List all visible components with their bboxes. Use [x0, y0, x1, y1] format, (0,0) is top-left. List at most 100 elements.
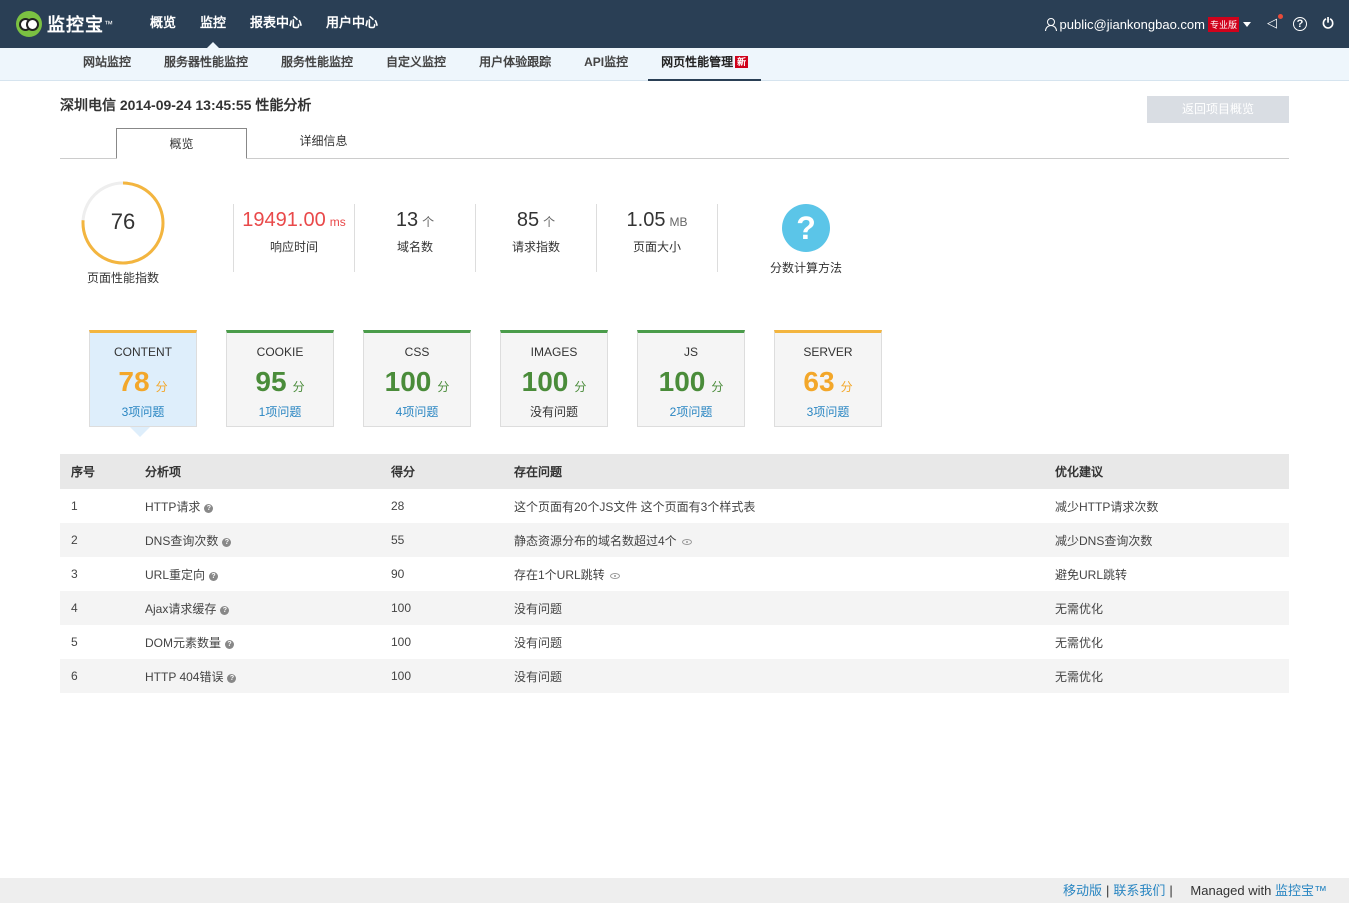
user-icon	[1044, 18, 1057, 31]
question-icon[interactable]: ?	[209, 571, 219, 581]
row-no: 2	[60, 523, 134, 557]
tab-bar: 概览 详细信息	[60, 128, 1289, 159]
category-issues-link[interactable]: 3项问题	[90, 403, 196, 420]
power-icon[interactable]: ⏻	[1321, 16, 1335, 31]
stat-label: 页面大小	[632, 240, 681, 254]
table-row: 1 HTTP请求? 28 这个页面有20个JS文件 这个页面有3个样式表 减少H…	[60, 489, 1289, 523]
pro-badge: 专业版	[1207, 16, 1239, 32]
row-no: 3	[71, 567, 78, 581]
row-issue-cell: 存在1个URL跳转	[503, 557, 1044, 591]
table-row: 6 HTTP 404错误? 100 没有问题 无需优化	[60, 659, 1289, 693]
category-card-js[interactable]: JS 100 分 2项问题	[637, 330, 745, 427]
back-to-project-button[interactable]: 返回项目概览	[1147, 96, 1289, 123]
subnav-page-performance[interactable]: 网页性能管理新	[648, 48, 762, 81]
stat-value: 13	[395, 209, 419, 231]
score-method-help-icon[interactable]: ?	[782, 204, 830, 252]
score-label: 页面性能指数	[86, 271, 159, 285]
header-no: 序号	[60, 454, 134, 489]
row-score: 90	[391, 567, 405, 581]
category-score: 100	[658, 366, 706, 397]
tab-overview[interactable]: 概览	[116, 128, 247, 159]
stat-request-index: 85 个 请求指数	[476, 204, 596, 272]
speaker-icon[interactable]: ◁	[1265, 14, 1283, 31]
row-issue: 没有问题	[503, 591, 1044, 625]
main-nav-reports[interactable]: 报表中心	[238, 0, 314, 48]
stat-value: 1.05	[626, 209, 666, 231]
score-unit: 分	[292, 380, 305, 394]
row-item-cell: HTTP请求?	[134, 489, 380, 523]
tab-details[interactable]: 详细信息	[258, 128, 389, 159]
sub-nav: 网站监控 服务器性能监控 服务性能监控 自定义监控 用户体验跟踪 API监控 网…	[0, 48, 1349, 81]
row-item: HTTP 404错误	[145, 669, 224, 684]
question-icon[interactable]: ?	[222, 537, 232, 547]
subnav-user-experience[interactable]: 用户体验跟踪	[466, 48, 564, 81]
subnav-website-monitor[interactable]: 网站监控	[70, 48, 144, 81]
eye-icon[interactable]	[609, 572, 620, 579]
new-badge: 新	[735, 56, 749, 68]
row-score: 55	[380, 523, 503, 557]
row-score: 100	[380, 659, 503, 693]
footer-separator: |	[1105, 883, 1110, 898]
category-name: CSS	[404, 345, 430, 359]
owl-logo-icon	[16, 11, 42, 37]
table-row: 2 DNS查询次数? 55 静态资源分布的域名数超过4个 减少DNS查询次数	[60, 523, 1289, 557]
row-item: URL重定向	[145, 567, 206, 582]
score-method-label[interactable]: 分数计算方法	[756, 259, 856, 276]
notification-dot	[1278, 14, 1283, 19]
main-nav: 概览 监控 报表中心 用户中心	[138, 0, 390, 48]
table-row: 4 Ajax请求缓存? 100 没有问题 无需优化	[60, 591, 1289, 625]
score-unit: 分	[574, 380, 587, 394]
category-issues-link[interactable]: 2项问题	[638, 403, 744, 420]
row-no: 1	[71, 499, 78, 513]
logo[interactable]: 监控宝 ™	[16, 9, 113, 39]
subnav-service-monitor[interactable]: 服务性能监控	[268, 48, 366, 81]
category-issues-link[interactable]: 4项问题	[364, 403, 470, 420]
row-item-cell: Ajax请求缓存?	[134, 591, 380, 625]
main-nav-monitor[interactable]: 监控	[188, 0, 238, 48]
question-icon[interactable]: ?	[225, 639, 234, 649]
category-card-content[interactable]: CONTENT 78 分 3项问题	[89, 330, 197, 427]
row-score: 100	[380, 591, 503, 625]
score-unit: 分	[840, 380, 853, 394]
row-no: 5	[71, 635, 78, 649]
category-issues-link[interactable]: 3项问题	[775, 403, 881, 420]
subnav-custom-monitor[interactable]: 自定义监控	[373, 48, 459, 81]
eye-icon[interactable]	[681, 538, 692, 545]
contact-us-link[interactable]: 联系我们	[1113, 883, 1165, 898]
question-icon[interactable]: ?	[227, 673, 237, 683]
stat-label: 请求指数	[511, 240, 560, 254]
category-score: 95	[255, 366, 287, 397]
subnav-page-performance-label: 网页性能管理	[661, 55, 734, 69]
main-nav-overview[interactable]: 概览	[138, 0, 188, 48]
category-name: IMAGES	[530, 345, 578, 359]
page-title: 深圳电信 2014-09-24 13:45:55 性能分析	[60, 97, 312, 113]
category-issues-link[interactable]: 1项问题	[227, 403, 333, 420]
table-header-row: 序号 分析项 得分 存在问题 优化建议	[60, 454, 1289, 489]
category-card-cookie[interactable]: COOKIE 95 分 1项问题	[226, 330, 334, 427]
footer-brand-link[interactable]: 监控宝™	[1275, 883, 1327, 898]
row-item-cell: DOM元素数量?	[134, 625, 380, 659]
stat-unit: 个	[543, 215, 556, 229]
main-nav-user-center[interactable]: 用户中心	[314, 0, 390, 48]
row-issue-cell: 静态资源分布的域名数超过4个	[503, 523, 1044, 557]
question-icon[interactable]: ?	[204, 503, 214, 513]
subnav-api-monitor[interactable]: API监控	[571, 48, 641, 81]
brand-tm: ™	[104, 19, 113, 29]
managed-with-text: Managed with	[1190, 883, 1272, 898]
row-advice: 减少DNS查询次数	[1044, 523, 1289, 557]
user-email[interactable]: public@jiankongbao.com	[1060, 17, 1205, 32]
category-name: COOKIE	[256, 345, 304, 359]
row-issue: 没有问题	[503, 659, 1044, 693]
category-card-images[interactable]: IMAGES 100 分 没有问题	[500, 330, 608, 427]
category-card-server[interactable]: SERVER 63 分 3项问题	[774, 330, 882, 427]
subnav-server-monitor[interactable]: 服务器性能监控	[151, 48, 261, 81]
mobile-version-link[interactable]: 移动版	[1063, 883, 1102, 898]
footer-separator: |	[1169, 883, 1173, 898]
row-item-cell: URL重定向?	[134, 557, 380, 591]
stat-value: 85	[516, 209, 540, 231]
question-icon[interactable]: ?	[220, 605, 230, 615]
category-score: 63	[803, 366, 835, 397]
category-card-css[interactable]: CSS 100 分 4项问题	[363, 330, 471, 427]
help-icon[interactable]: ?	[1293, 17, 1307, 31]
chevron-down-icon[interactable]	[1243, 22, 1251, 31]
